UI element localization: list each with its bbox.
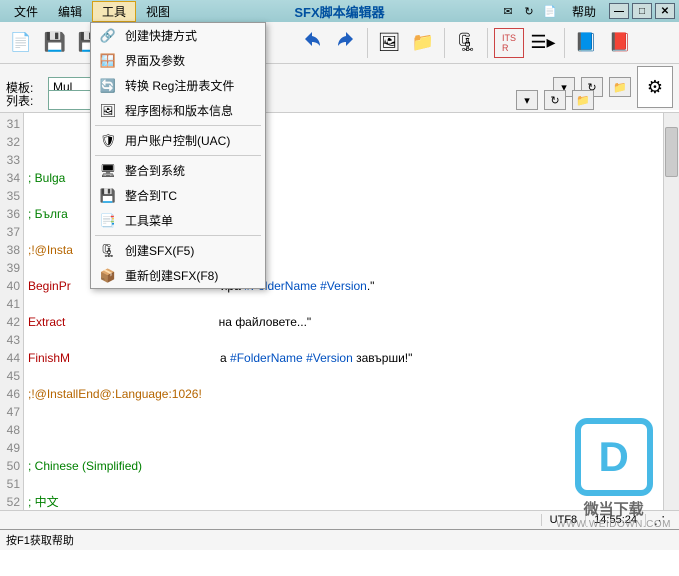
dd-create-shortcut[interactable]: 🔗创建快捷方式	[91, 23, 265, 48]
menubar: 文件 编辑 工具 视图	[4, 1, 180, 22]
redo-icon[interactable]	[331, 28, 361, 58]
statusbar-bottom: 按F1获取帮助	[0, 530, 679, 550]
list-open-button[interactable]: 📁	[572, 90, 594, 110]
menu-tools[interactable]: 工具	[92, 1, 136, 22]
exit-icon[interactable]: 📕	[605, 28, 635, 58]
system-icon: 🖥	[99, 163, 117, 179]
status-encoding: UTF8	[541, 514, 586, 526]
statusbar-top: UTF8 14:55:24 ⋰	[0, 510, 679, 530]
maximize-button[interactable]: □	[632, 3, 652, 19]
dd-integrate-tc[interactable]: 💾整合到TC	[91, 183, 265, 208]
dd-icon-version[interactable]: 🖼程序图标和版本信息	[91, 98, 265, 123]
app-title: SFX脚本编辑器	[180, 2, 499, 21]
refresh-icon[interactable]: ↻	[520, 3, 538, 19]
window-icon: 🪟	[99, 53, 117, 69]
dd-reg-convert[interactable]: 🔄转换 Reg注册表文件	[91, 73, 265, 98]
convert-icon: 🔄	[99, 78, 117, 94]
list-refresh-button[interactable]: ↻	[544, 90, 566, 110]
menu-view[interactable]: 视图	[136, 1, 180, 22]
tools-dropdown: 🔗创建快捷方式 🪟界面及参数 🔄转换 Reg注册表文件 🖼程序图标和版本信息 🛡…	[90, 22, 266, 289]
archive-icon: 🗜	[99, 243, 117, 259]
dd-recreate-sfx[interactable]: 📦重新创建SFX(F8)	[91, 263, 265, 288]
code-line: FinishMа #FolderName #Version завърши!"	[28, 349, 659, 367]
dd-integrate-system[interactable]: 🖥整合到系统	[91, 158, 265, 183]
picture-icon: 🖼	[99, 103, 117, 119]
code-line: ; Chinese (Simplified)	[28, 457, 659, 475]
undo-icon[interactable]	[297, 28, 327, 58]
status-resize-grip[interactable]: ⋰	[645, 514, 673, 527]
its-icon[interactable]: ITSR	[494, 28, 524, 58]
folder-icon[interactable]: 📁	[408, 28, 438, 58]
list-icon[interactable]: ☰▸	[528, 28, 558, 58]
list-label: 列表:	[6, 92, 42, 109]
status-help: 按F1获取帮助	[6, 532, 74, 548]
minimize-button[interactable]: —	[609, 3, 629, 19]
dd-tool-menu[interactable]: 📑工具菜单	[91, 208, 265, 233]
list-dropdown-button[interactable]: ▾	[516, 90, 538, 110]
archive-icon[interactable]: 🗜	[451, 28, 481, 58]
scrollbar[interactable]	[663, 113, 679, 510]
mail-icon[interactable]: ✉	[499, 3, 517, 19]
disk-icon: 💾	[99, 188, 117, 204]
menu-edit[interactable]: 编辑	[48, 1, 92, 22]
doc-icon[interactable]: 📄	[541, 3, 559, 19]
code-line: ;!@InstallEnd@:Language:1026!	[28, 385, 659, 403]
dd-create-sfx[interactable]: 🗜创建SFX(F5)	[91, 238, 265, 263]
settings-button[interactable]: ⚙	[637, 66, 673, 108]
menu-file[interactable]: 文件	[4, 1, 48, 22]
close-button[interactable]: ✕	[655, 3, 675, 19]
code-line: ; 中文	[28, 493, 659, 510]
gutter: 3132333435363738394041424344454647484950…	[0, 113, 24, 510]
titlebar: 文件 编辑 工具 视图 SFX脚本编辑器 ✉ ↻ 📄 帮助 — □ ✕	[0, 0, 679, 22]
menu-icon: 📑	[99, 213, 117, 229]
dd-uac[interactable]: 🛡用户账户控制(UAC)	[91, 128, 265, 153]
shortcut-icon: 🔗	[99, 28, 117, 44]
save-icon[interactable]: 💾	[40, 28, 70, 58]
template-open-button[interactable]: 📁	[609, 77, 631, 97]
new-icon[interactable]: 📄	[6, 28, 36, 58]
refresh-archive-icon: 📦	[99, 268, 117, 284]
status-time: 14:55:24	[585, 514, 645, 526]
shield-icon: 🛡	[99, 133, 117, 149]
icon-swap[interactable]: 🖼	[374, 28, 404, 58]
menu-help[interactable]: 帮助	[562, 1, 606, 22]
help-icon[interactable]: 📘	[571, 28, 601, 58]
scroll-thumb[interactable]	[665, 127, 678, 177]
code-line	[28, 421, 659, 439]
code-line: Extract на файловете..."	[28, 313, 659, 331]
dd-ui-params[interactable]: 🪟界面及参数	[91, 48, 265, 73]
